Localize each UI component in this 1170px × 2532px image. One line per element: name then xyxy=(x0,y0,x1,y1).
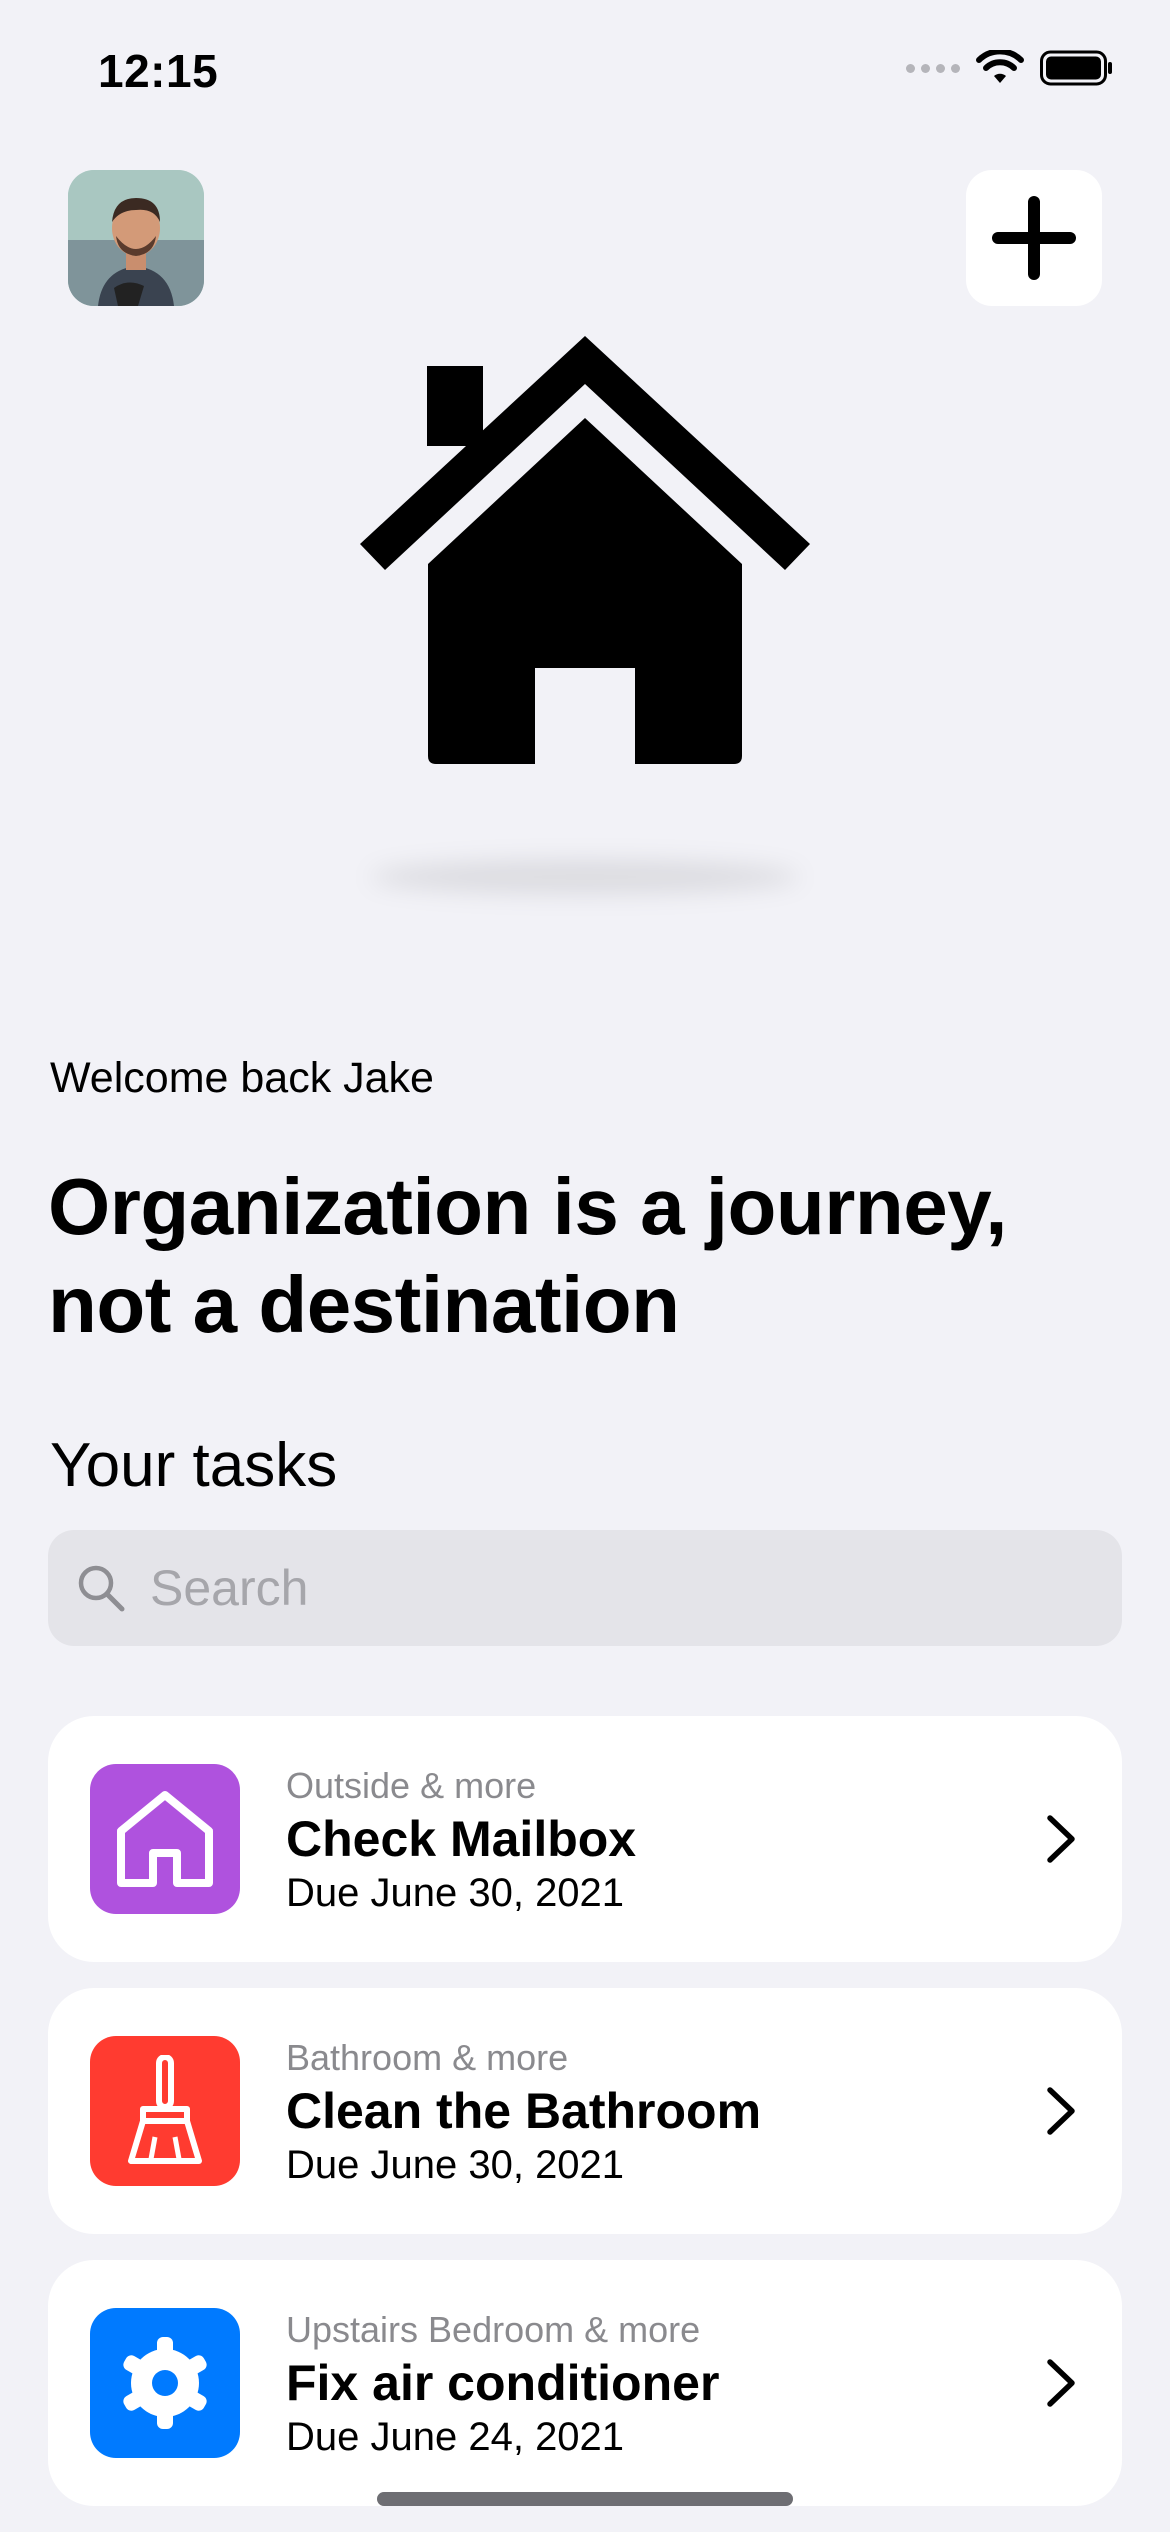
house-icon xyxy=(360,336,810,764)
home-screen: 12:15 Welcome back Jake Organization is … xyxy=(0,0,1170,2532)
cellular-signal-icon xyxy=(906,63,960,73)
task-icon-tile xyxy=(90,1764,240,1914)
task-card[interactable]: Upstairs Bedroom & more Fix air conditio… xyxy=(48,2260,1122,2506)
chevron-right-icon xyxy=(1047,2087,1075,2135)
task-text: Bathroom & more Clean the Bathroom Due J… xyxy=(286,2036,761,2190)
task-card[interactable]: Bathroom & more Clean the Bathroom Due J… xyxy=(48,1988,1122,2234)
wifi-icon xyxy=(976,50,1024,83)
search-icon xyxy=(78,1565,125,1612)
search-placeholder: Search xyxy=(150,1560,309,1616)
search-field[interactable]: Search xyxy=(48,1530,1122,1646)
add-task-button[interactable] xyxy=(966,170,1102,306)
home-indicator[interactable] xyxy=(377,2492,793,2506)
task-text: Upstairs Bedroom & more Fix air conditio… xyxy=(286,2308,719,2462)
task-card[interactable]: Outside & more Check Mailbox Due June 30… xyxy=(48,1716,1122,1962)
status-time: 12:15 xyxy=(98,45,219,97)
chevron-right-icon xyxy=(1047,1815,1075,1863)
chevron-right-icon xyxy=(1047,2359,1075,2407)
task-icon-tile xyxy=(90,2308,240,2458)
task-title: Fix air conditioner xyxy=(286,2355,720,2411)
profile-photo xyxy=(68,170,204,306)
task-category: Bathroom & more xyxy=(286,2037,569,2078)
task-text: Outside & more Check Mailbox Due June 30… xyxy=(286,1764,636,1918)
task-icon-tile xyxy=(90,2036,240,2186)
profile-avatar[interactable] xyxy=(68,170,204,306)
plus-icon xyxy=(992,196,1076,280)
broom-icon xyxy=(128,2055,202,2164)
welcome-text: Welcome back Jake xyxy=(50,1054,434,1102)
task-category: Upstairs Bedroom & more xyxy=(286,2309,701,2350)
task-due-date: Due June 30, 2021 xyxy=(286,2143,625,2187)
section-title: Your tasks xyxy=(50,1431,338,1500)
task-due-date: Due June 24, 2021 xyxy=(286,2415,625,2459)
task-title: Check Mailbox xyxy=(286,1811,637,1867)
status-indicators xyxy=(906,50,1114,86)
task-due-date: Due June 30, 2021 xyxy=(286,1871,625,1915)
task-title: Clean the Bathroom xyxy=(286,2083,762,2139)
page-headline: Organization is a journey, not a destina… xyxy=(48,1162,1008,1349)
battery-icon xyxy=(1040,50,1112,86)
house-icon xyxy=(117,1791,213,1887)
house-shadow xyxy=(370,860,800,894)
task-category: Outside & more xyxy=(286,1765,537,1806)
gear-icon xyxy=(123,2337,207,2429)
